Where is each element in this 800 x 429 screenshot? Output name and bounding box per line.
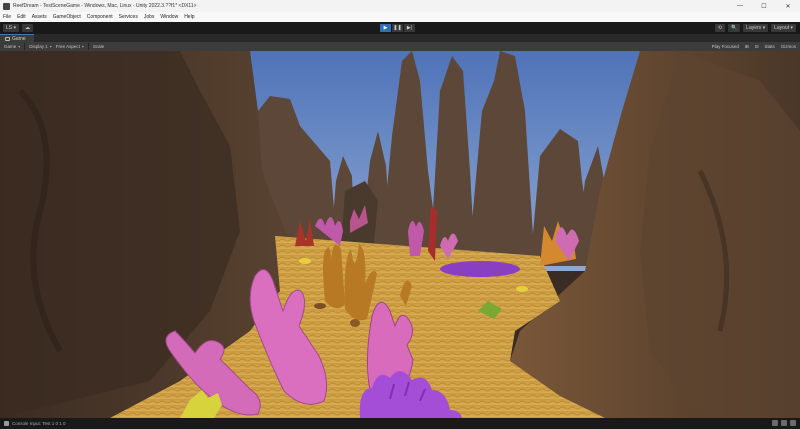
game-scene [0,51,800,418]
undo-history-icon[interactable]: ⟲ [714,24,725,32]
aspect-label: Free Aspect [55,44,80,49]
console-info-icon [4,421,9,426]
play-button[interactable]: ▶ [380,24,391,32]
status-message[interactable]: Console Input: Test 1 0 1 0 [12,421,65,426]
display-label: Display 1 [29,44,48,49]
menu-window[interactable]: Window [160,14,178,20]
scale-slider[interactable]: Scale [93,44,104,49]
chevron-down-icon: ▾ [18,44,21,49]
game-mode-dropdown[interactable]: Game ▾ [4,44,20,49]
menu-assets[interactable]: Assets [32,14,47,20]
step-button[interactable]: ▶| [404,24,415,32]
game-view-toolbar: Game ▾ Display 1 ▾ Free Aspect ▾ Scale Play… [0,42,800,51]
scale-label: Scale [92,44,105,49]
menu-services[interactable]: Services [119,14,138,20]
minimize-button[interactable]: — [728,0,752,12]
maximize-button[interactable]: ☐ [752,0,776,12]
layout-dropdown[interactable]: Layout ▾ [771,24,796,32]
pause-button[interactable]: ❚❚ [392,24,403,32]
search-icon[interactable]: 🔍 [727,24,741,32]
menu-file[interactable]: File [3,14,11,20]
tab-bar: Game [0,34,800,42]
window-controls: — ☐ ✕ [728,0,800,12]
status-bar: Console Input: Test 1 0 1 0 [0,418,800,429]
maximize-view-icon[interactable]: ⊡ [755,44,759,50]
menu-bar: File Edit Assets GameObject Component Se… [0,12,800,22]
tab-game[interactable]: Game [0,34,34,42]
unity-app-icon [3,2,10,10]
status-right-icons [769,420,796,426]
settings-icon[interactable] [790,420,796,426]
chevron-down-icon: ▾ [49,44,52,49]
layers-dropdown[interactable]: Layers ▾ [743,24,769,32]
menu-jobs[interactable]: Jobs [144,14,155,20]
progress-icon[interactable] [772,420,778,426]
game-mode-label: Game [4,44,17,49]
tab-game-label: Game [12,35,26,42]
chevron-down-icon: ▾ [81,44,84,49]
display-dropdown[interactable]: Display 1 ▾ [29,44,52,49]
game-tab-icon [5,36,10,41]
menu-edit[interactable]: Edit [17,14,26,20]
gizmos-button[interactable]: Gizmos [781,44,796,49]
account-button[interactable]: LS ▾ [3,24,20,32]
window-titlebar: ReefDream - TestSceneGame - Windows, Mac… [0,0,800,12]
menu-gameobject[interactable]: GameObject [53,14,81,20]
game-view-right-controls: Play Focused ⊞ ⊡ Stats Gizmos [706,42,796,51]
toolbar-right: ⟲ 🔍 Layers ▾ Layout ▾ [712,24,796,32]
play-focus-dropdown[interactable]: Play Focused [712,44,739,49]
play-controls: ▶ ❚❚ ▶| [380,24,416,32]
divider [24,43,26,50]
cloud-icon[interactable]: ☁ [22,24,34,32]
aspect-dropdown[interactable]: Free Aspect ▾ [56,44,84,49]
stats-button[interactable]: Stats [764,44,774,49]
divider [87,43,89,50]
menu-help[interactable]: Help [184,14,194,20]
window-title: ReefDream - TestSceneGame - Windows, Mac… [13,3,197,9]
mute-audio-icon[interactable]: ⊞ [745,44,749,50]
close-button[interactable]: ✕ [776,0,800,12]
notification-icon[interactable] [781,420,787,426]
game-viewport[interactable] [0,51,800,418]
menu-component[interactable]: Component [87,14,113,20]
